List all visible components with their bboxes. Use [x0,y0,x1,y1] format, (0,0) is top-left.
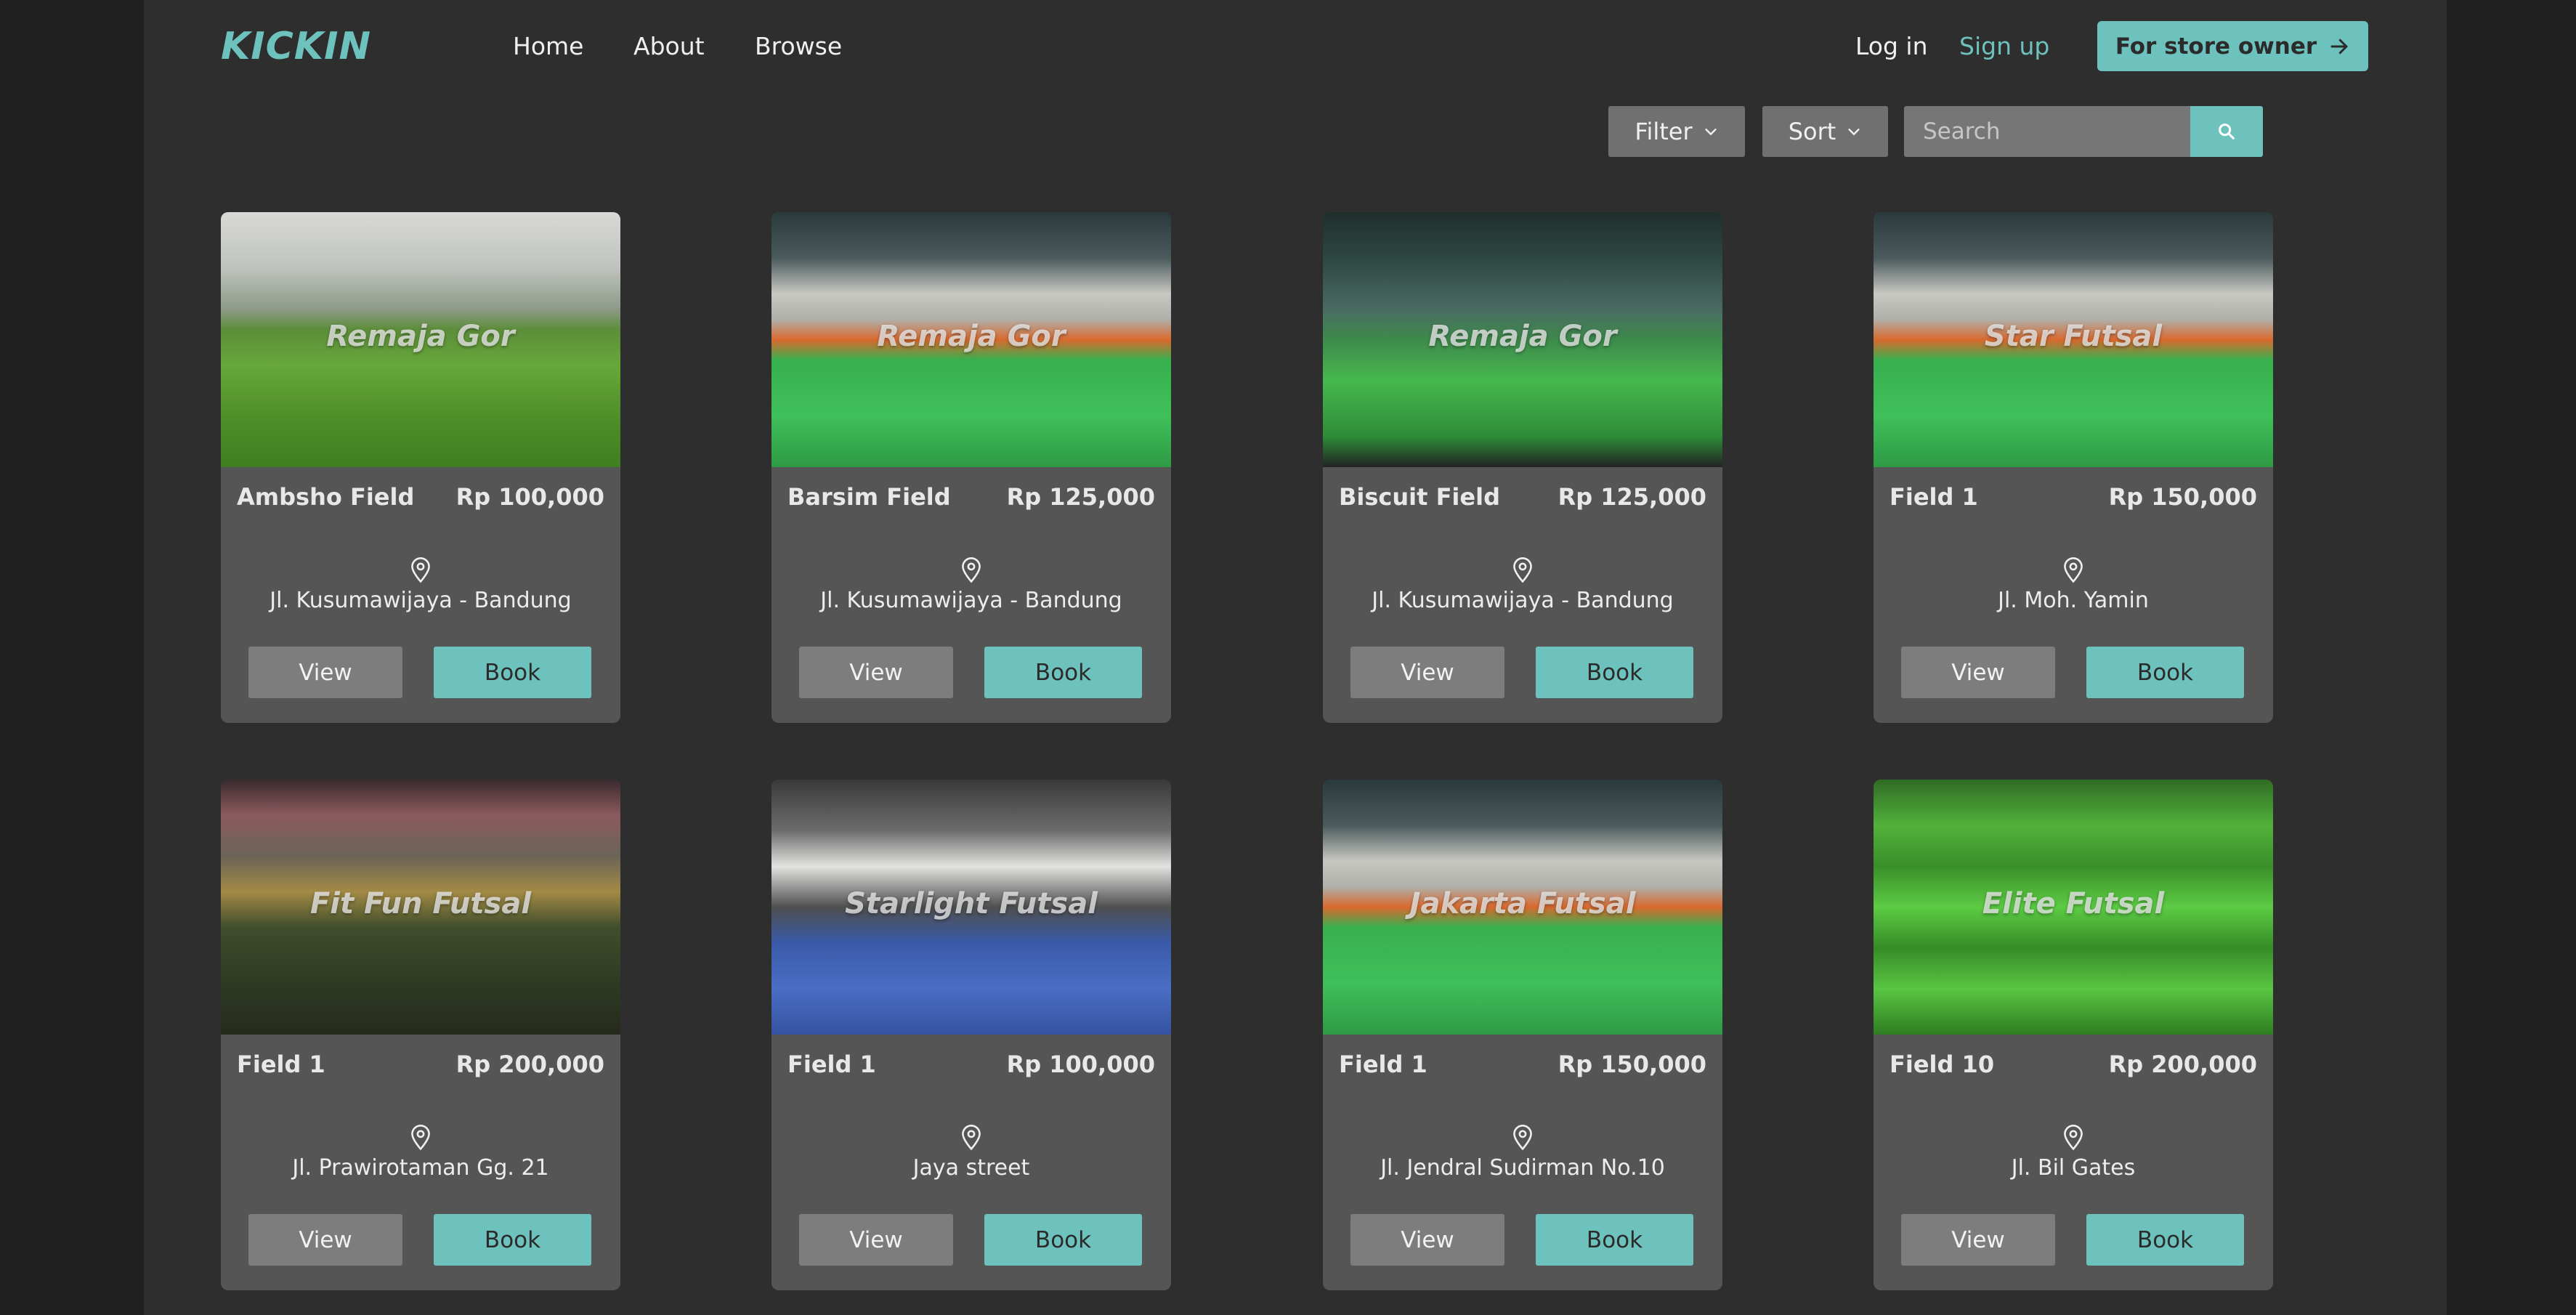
field-address: Jl. Moh. Yamin [1998,588,2149,613]
field-address: Jl. Bil Gates [2011,1155,2136,1181]
field-image-label: Jakarta Futsal [1409,886,1636,920]
field-card: Remaja Gor Biscuit Field Rp 125,000 Jl. … [1323,212,1722,723]
view-button[interactable]: View [248,1214,402,1266]
field-address: Jl. Kusumawijaya - Bandung [820,588,1122,613]
field-image-label: Remaja Gor [1428,319,1617,353]
field-image-label: Remaja Gor [326,319,515,353]
book-button[interactable]: Book [1536,1214,1693,1266]
view-button[interactable]: View [1901,647,2055,698]
field-image[interactable]: Remaja Gor [221,212,620,467]
filter-label: Filter [1635,118,1693,145]
book-button[interactable]: Book [2086,1214,2244,1266]
field-price: Rp 100,000 [1006,1051,1155,1078]
field-name: Field 1 [1890,483,1978,511]
search-input[interactable] [1904,106,2190,157]
book-button[interactable]: Book [1536,647,1693,698]
field-name: Ambsho Field [237,483,415,511]
signup-link[interactable]: Sign up [1959,32,2049,60]
field-card: Remaja Gor Barsim Field Rp 125,000 Jl. K… [771,212,1171,723]
logo[interactable]: KICKIN [221,25,371,68]
field-card: Fit Fun Futsal Field 1 Rp 200,000 Jl. Pr… [221,780,620,1290]
nav-about[interactable]: About [633,32,705,60]
field-card: Remaja Gor Ambsho Field Rp 100,000 Jl. K… [221,212,620,723]
location-pin-icon [962,557,981,583]
field-address: Jl. Kusumawijaya - Bandung [270,588,572,613]
field-name: Field 10 [1890,1051,1995,1078]
nav-browse[interactable]: Browse [755,32,842,60]
field-image-label: Starlight Futsal [845,886,1098,920]
field-name: Barsim Field [787,483,951,511]
search-button[interactable] [2190,106,2263,157]
nav-home[interactable]: Home [513,32,583,60]
location-pin-icon [411,1125,430,1151]
field-price: Rp 125,000 [1006,483,1155,511]
field-image[interactable]: Elite Futsal [1874,780,2273,1035]
field-image-label: Fit Fun Futsal [309,886,532,920]
field-image-label: Remaja Gor [877,319,1066,353]
search-icon [2219,124,2235,139]
field-address: Jl. Kusumawijaya - Bandung [1372,588,1674,613]
view-button[interactable]: View [1350,647,1504,698]
sort-button[interactable]: Sort [1762,106,1888,157]
field-address: Jaya street [912,1155,1030,1181]
sort-label: Sort [1788,118,1836,145]
field-image[interactable]: Starlight Futsal [771,780,1171,1035]
field-card: Elite Futsal Field 10 Rp 200,000 Jl. Bil… [1874,780,2273,1290]
field-name: Field 1 [787,1051,876,1078]
view-button[interactable]: View [799,1214,953,1266]
field-image-label: Elite Futsal [1982,886,2165,920]
field-price: Rp 150,000 [2108,483,2257,511]
store-owner-label: For store owner [2115,33,2317,60]
field-name: Field 1 [1339,1051,1427,1078]
field-image-label: Star Futsal [1984,319,2163,353]
chevron-down-icon [1705,129,1717,136]
book-button[interactable]: Book [984,1214,1142,1266]
field-image[interactable]: Remaja Gor [771,212,1171,467]
field-image[interactable]: Star Futsal [1874,212,2273,467]
location-pin-icon [1513,557,1532,583]
filter-button[interactable]: Filter [1608,106,1745,157]
field-price: Rp 125,000 [1558,483,1706,511]
field-image[interactable]: Jakarta Futsal [1323,780,1722,1035]
field-card: Starlight Futsal Field 1 Rp 100,000 Jaya… [771,780,1171,1290]
view-button[interactable]: View [1350,1214,1504,1266]
book-button[interactable]: Book [984,647,1142,698]
field-image[interactable]: Remaja Gor [1323,212,1722,467]
location-pin-icon [2064,1125,2083,1151]
login-link[interactable]: Log in [1855,32,1928,60]
field-price: Rp 200,000 [455,1051,604,1078]
location-pin-icon [1513,1125,1532,1151]
arrow-right-icon [2330,39,2348,54]
location-pin-icon [962,1125,981,1151]
view-button[interactable]: View [248,647,402,698]
location-pin-icon [2064,557,2083,583]
field-card: Star Futsal Field 1 Rp 150,000 Jl. Moh. … [1874,212,2273,723]
page-container: KICKIN Home About Browse Log in Sign up … [144,0,2447,1315]
field-name: Biscuit Field [1339,483,1500,511]
field-card: Jakarta Futsal Field 1 Rp 150,000 Jl. Je… [1323,780,1722,1290]
location-pin-icon [411,557,430,583]
view-button[interactable]: View [799,647,953,698]
field-address: Jl. Prawirotaman Gg. 21 [292,1155,549,1181]
field-price: Rp 100,000 [455,483,604,511]
field-image[interactable]: Fit Fun Futsal [221,780,620,1035]
book-button[interactable]: Book [434,647,591,698]
book-button[interactable]: Book [2086,647,2244,698]
store-owner-button[interactable]: For store owner [2097,21,2368,71]
view-button[interactable]: View [1901,1214,2055,1266]
chevron-down-icon [1848,129,1860,136]
book-button[interactable]: Book [434,1214,591,1266]
field-name: Field 1 [237,1051,325,1078]
field-address: Jl. Jendral Sudirman No.10 [1380,1155,1665,1181]
field-price: Rp 150,000 [1558,1051,1706,1078]
field-price: Rp 200,000 [2108,1051,2257,1078]
